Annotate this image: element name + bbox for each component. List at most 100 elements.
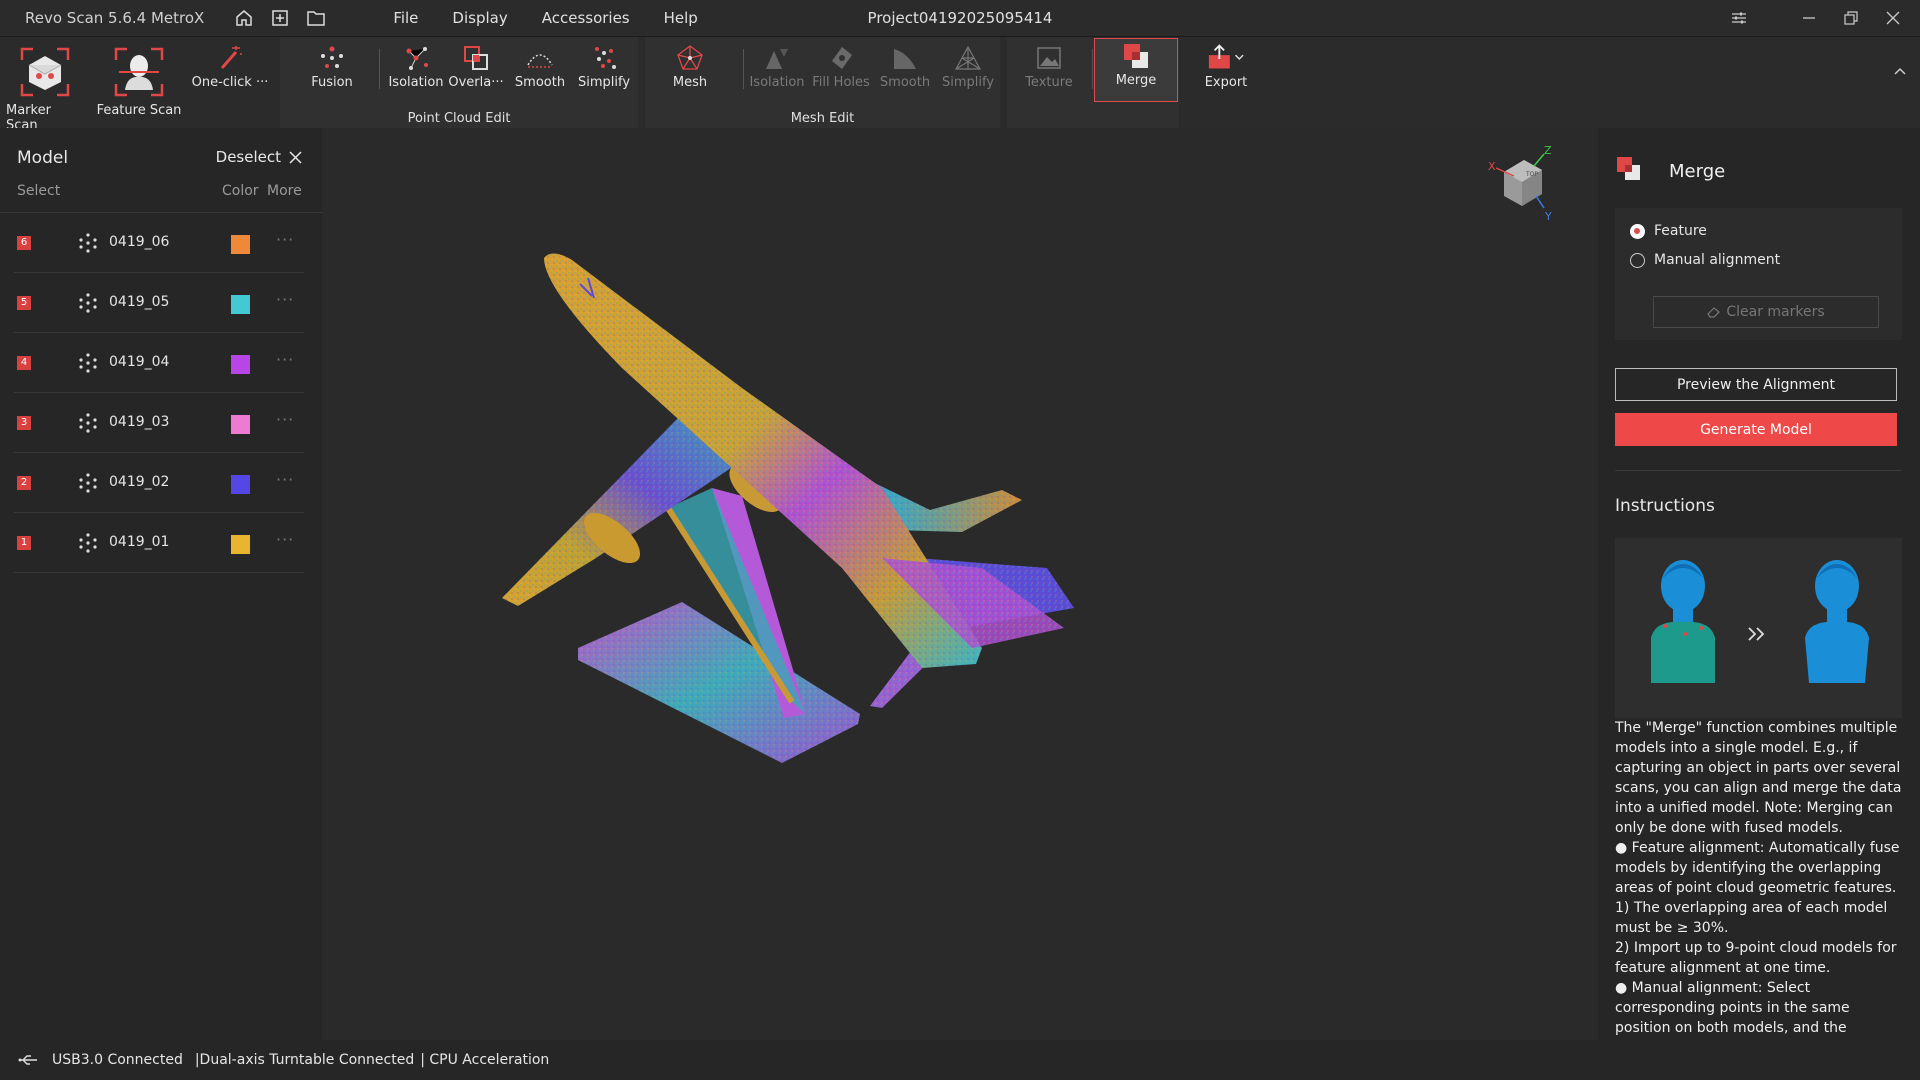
model-row[interactable]: 2 0419_02 ···: [0, 453, 322, 513]
restore-icon[interactable]: [1830, 0, 1872, 36]
magic-wand-icon: [210, 41, 250, 75]
model-color-swatch[interactable]: [231, 355, 250, 374]
minimize-icon[interactable]: [1788, 0, 1830, 36]
home-icon[interactable]: [224, 0, 264, 36]
model-color-swatch[interactable]: [231, 415, 250, 434]
close-icon[interactable]: [1872, 0, 1914, 36]
mesh-edit-group: Mesh Isolation Fill Holes Smooth Simplif…: [645, 37, 1000, 129]
instructions-text: The "Merge" function combines multiple m…: [1615, 720, 1902, 1036]
one-click-button[interactable]: One-click ···: [187, 41, 273, 90]
menu-accessories[interactable]: Accessories: [525, 9, 647, 27]
mesh-icon: [670, 41, 710, 75]
bust-before-image: [1651, 560, 1715, 683]
model-name: 0419_05: [109, 294, 170, 310]
toolbar-divider: [743, 49, 744, 89]
model-row[interactable]: 6 0419_06 ···: [0, 213, 322, 273]
isolation-button[interactable]: Isolation: [384, 41, 448, 90]
overlap-icon: [456, 41, 496, 75]
deselect-label: Deselect: [215, 148, 281, 166]
airplane-point-cloud[interactable]: [322, 128, 1598, 1040]
model-panel-title: Model: [17, 148, 69, 168]
toolbar-divider: [379, 49, 380, 89]
generate-model-button[interactable]: Generate Model: [1615, 413, 1897, 446]
manual-alignment-radio[interactable]: Manual alignment: [1630, 252, 1780, 268]
fusion-icon: [312, 41, 352, 75]
overlap-button[interactable]: Overla···: [444, 41, 508, 90]
column-select: Select: [17, 183, 61, 199]
texture-merge-group: Texture Merge: [1007, 37, 1179, 129]
marker-scan-button[interactable]: Marker Scan: [6, 43, 84, 133]
model-color-swatch[interactable]: [231, 235, 250, 254]
mesh-isolation-button[interactable]: Isolation: [745, 41, 809, 90]
new-project-icon[interactable]: [264, 0, 296, 36]
preview-alignment-button[interactable]: Preview the Alignment: [1615, 368, 1897, 401]
more-options-icon[interactable]: ···: [276, 350, 294, 369]
point-cloud-edit-label: Point Cloud Edit: [407, 111, 511, 126]
model-name: 0419_02: [109, 474, 170, 490]
bust-after-image: [1805, 560, 1869, 683]
menu-display[interactable]: Display: [435, 9, 524, 27]
settings-sliders-icon[interactable]: [1718, 0, 1760, 36]
overlap-label: Overla···: [448, 75, 504, 90]
isolation-label: Isolation: [388, 75, 444, 90]
point-cloud-icon: [77, 472, 99, 498]
more-options-icon[interactable]: ···: [276, 230, 294, 249]
fill-holes-button[interactable]: Fill Holes: [809, 41, 873, 90]
feature-radio[interactable]: Feature: [1630, 223, 1707, 239]
feature-scan-button[interactable]: Feature Scan: [96, 43, 182, 118]
more-options-icon[interactable]: ···: [276, 530, 294, 549]
one-click-label: One-click ···: [191, 75, 269, 90]
column-color: Color: [222, 183, 259, 199]
model-row[interactable]: 5 0419_05 ···: [0, 273, 322, 333]
model-row[interactable]: 4 0419_04 ···: [0, 333, 322, 393]
more-options-icon[interactable]: ···: [276, 470, 294, 489]
open-folder-icon[interactable]: [296, 0, 336, 36]
merge-button[interactable]: Merge: [1094, 38, 1178, 102]
usb-status: USB3.0 Connected: [52, 1052, 183, 1068]
mesh-smooth-button[interactable]: Smooth: [873, 41, 937, 90]
mesh-button[interactable]: Mesh: [658, 41, 722, 90]
mesh-simplify-label: Simplify: [941, 75, 995, 90]
export-button[interactable]: Export: [1194, 41, 1258, 90]
point-cloud-edit-group: Fusion Isolation Overla··· Smooth Simpli…: [280, 37, 638, 129]
clear-markers-button[interactable]: Clear markers: [1653, 296, 1879, 328]
simplify-button[interactable]: Simplify: [572, 41, 636, 90]
mesh-label: Mesh: [672, 75, 708, 90]
feature-scan-icon: [111, 43, 167, 101]
merge-panel-title: Merge: [1669, 161, 1726, 182]
texture-button[interactable]: Texture: [1017, 41, 1081, 90]
model-index-badge: 1: [17, 536, 31, 550]
more-options-icon[interactable]: ···: [276, 410, 294, 429]
deselect-button[interactable]: Deselect: [216, 148, 302, 166]
instructions-illustration: [1615, 538, 1902, 718]
fill-holes-label: Fill Holes: [812, 75, 870, 90]
mesh-edit-label: Mesh Edit: [790, 111, 855, 126]
menu-file[interactable]: File: [376, 9, 435, 27]
fusion-button[interactable]: Fusion: [300, 41, 364, 90]
mesh-smooth-label: Smooth: [879, 75, 931, 90]
collapse-toolbar-icon[interactable]: [1890, 61, 1910, 81]
point-cloud-icon: [77, 292, 99, 318]
model-index-badge: 6: [17, 236, 31, 250]
clear-markers-label: Clear markers: [1726, 304, 1825, 320]
3d-viewport[interactable]: TOP X Z Y: [322, 128, 1598, 1040]
mesh-simplify-button[interactable]: Simplify: [936, 41, 1000, 90]
column-more: More: [267, 183, 302, 199]
model-color-swatch[interactable]: [231, 535, 250, 554]
model-index-badge: 5: [17, 296, 31, 310]
export-icon: [1206, 41, 1246, 75]
more-options-icon[interactable]: ···: [276, 290, 294, 309]
model-color-swatch[interactable]: [231, 475, 250, 494]
simplify-label: Simplify: [577, 75, 631, 90]
model-color-swatch[interactable]: [231, 295, 250, 314]
divider: [1615, 470, 1902, 471]
menu-help[interactable]: Help: [647, 9, 715, 27]
model-name: 0419_01: [109, 534, 170, 550]
model-row[interactable]: 3 0419_03 ···: [0, 393, 322, 453]
smooth-button[interactable]: Smooth: [508, 41, 572, 90]
model-row[interactable]: 1 0419_01 ···: [0, 513, 322, 573]
toolbar-divider: [1092, 49, 1093, 89]
model-index-badge: 3: [17, 416, 31, 430]
model-index-badge: 4: [17, 356, 31, 370]
merge-panel: Merge Feature Manual alignment Clear mar…: [1598, 128, 1920, 1040]
